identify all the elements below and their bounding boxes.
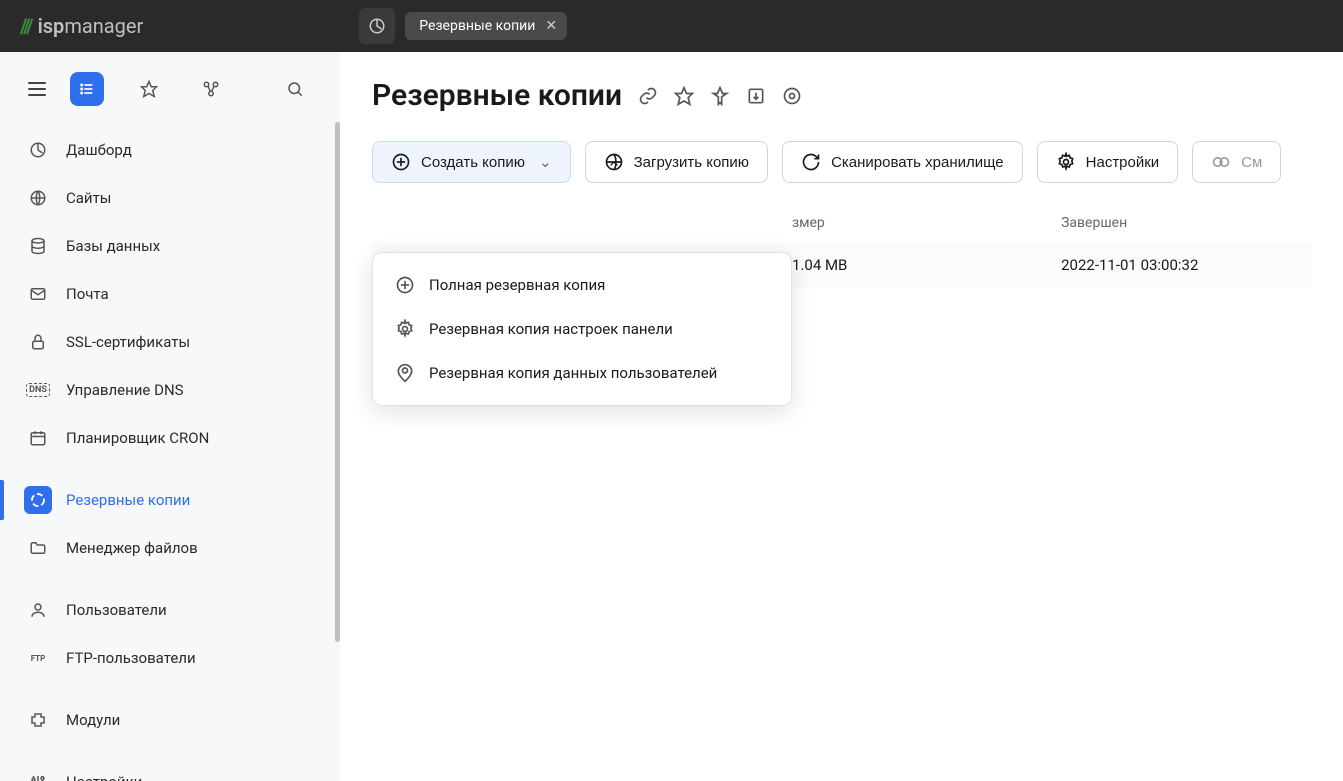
sidebar-item-label: FTP-пользователи <box>66 649 196 667</box>
folder-icon <box>24 534 52 562</box>
page-header: Резервные копии <box>372 78 1311 113</box>
sidebar-item-label: Настройки <box>66 773 142 781</box>
col-size[interactable]: змер <box>792 215 1061 231</box>
topbar: /// ispmanager Резервные копии ✕ <box>0 0 1343 52</box>
dropdown-item-panel[interactable]: Резервная копия настроек панели <box>373 307 791 351</box>
gear-icon <box>395 319 415 339</box>
sidebar-item-ftp[interactable]: FTP FTP-пользователи <box>0 634 340 682</box>
chevron-down-icon: ⌄ <box>539 153 552 171</box>
col-done[interactable]: Завершен <box>1061 215 1311 231</box>
main: Резервные копии Создать копию ⌄ Загрузит… <box>340 52 1343 781</box>
button-label: Создать копию <box>421 154 525 171</box>
sidebar: Дашборд Сайты Базы данных Почта SSL-серт… <box>0 52 340 781</box>
sidebar-top <box>0 72 340 126</box>
search-icon[interactable] <box>278 72 312 106</box>
logo-bold: isp <box>38 14 65 38</box>
logo-light: manager <box>64 14 143 38</box>
create-backup-dropdown: Полная резервная копия Резервная копия н… <box>372 252 792 406</box>
dropdown-item-label: Резервная копия данных пользователей <box>429 364 717 382</box>
sidebar-item-label: SSL-сертификаты <box>66 333 190 351</box>
puzzle-icon <box>24 706 52 734</box>
star-icon[interactable] <box>132 72 166 106</box>
settings-button[interactable]: Настройки <box>1037 141 1179 183</box>
sidebar-item-mail[interactable]: Почта <box>0 270 340 318</box>
button-label: Загрузить копию <box>634 154 749 171</box>
sidebar-item-label: Почта <box>66 285 109 303</box>
sidebar-item-ssl[interactable]: SSL-сертификаты <box>0 318 340 366</box>
table-header: змер Завершен <box>372 205 1311 242</box>
plus-icon <box>395 275 415 295</box>
button-label: См <box>1241 154 1262 171</box>
star-icon[interactable] <box>674 86 694 106</box>
create-backup-button[interactable]: Создать копию ⌄ <box>372 141 571 183</box>
list-view-icon[interactable] <box>70 72 104 106</box>
user-icon <box>24 596 52 624</box>
tab-label: Резервные копии <box>419 18 535 34</box>
dropdown-item-label: Полная резервная копия <box>429 276 605 294</box>
export-icon[interactable] <box>746 86 766 106</box>
sidebar-item-sites[interactable]: Сайты <box>0 174 340 222</box>
sliders-icon <box>24 768 52 781</box>
loop-icon <box>24 486 52 514</box>
sidebar-item-cron[interactable]: Планировщик CRON <box>0 414 340 462</box>
globe-icon <box>24 184 52 212</box>
sidebar-item-backups[interactable]: Резервные копии <box>0 476 340 524</box>
sidebar-item-dashboard[interactable]: Дашборд <box>0 126 340 174</box>
dns-icon: DNS <box>24 376 52 404</box>
sidebar-item-label: Управление DNS <box>66 381 184 399</box>
user-location-icon <box>395 363 415 383</box>
sidebar-item-label: Планировщик CRON <box>66 429 209 447</box>
scan-storage-button[interactable]: Сканировать хранилище <box>782 141 1023 183</box>
button-label: Сканировать хранилище <box>831 154 1004 171</box>
dropdown-item-label: Резервная копия настроек панели <box>429 320 673 338</box>
cell-done: 2022-11-01 03:00:32 <box>1061 256 1311 274</box>
header-actions <box>638 86 802 106</box>
hamburger-icon[interactable] <box>28 82 46 96</box>
tree-icon[interactable] <box>194 72 228 106</box>
sidebar-item-dns[interactable]: DNS Управление DNS <box>0 366 340 414</box>
logo: /// ispmanager <box>20 14 143 38</box>
ftp-icon: FTP <box>24 644 52 672</box>
sidebar-item-settings[interactable]: Настройки ⌄ <box>0 758 340 781</box>
dropdown-item-full[interactable]: Полная резервная копия <box>373 263 791 307</box>
sidebar-item-modules[interactable]: Модули <box>0 696 340 744</box>
dashboard-icon[interactable] <box>359 8 395 44</box>
pie-icon <box>24 136 52 164</box>
tab-backups[interactable]: Резервные копии ✕ <box>405 12 567 40</box>
logo-slashes: /// <box>20 14 32 38</box>
link-icon[interactable] <box>638 86 658 106</box>
calendar-icon <box>24 424 52 452</box>
sidebar-item-databases[interactable]: Базы данных <box>0 222 340 270</box>
sidebar-item-label: Модули <box>66 711 120 729</box>
dropdown-item-userdata[interactable]: Резервная копия данных пользователей <box>373 351 791 395</box>
close-icon[interactable]: ✕ <box>545 18 557 34</box>
db-icon <box>24 232 52 260</box>
lock-icon <box>24 328 52 356</box>
sidebar-item-label: Менеджер файлов <box>66 539 198 557</box>
upload-backup-button[interactable]: Загрузить копию <box>585 141 768 183</box>
sidebar-item-label: Дашборд <box>66 141 132 159</box>
cell-size: 1.04 MB <box>792 256 1061 274</box>
sidebar-item-label: Пользователи <box>66 601 167 619</box>
sidebar-item-filemanager[interactable]: Менеджер файлов <box>0 524 340 572</box>
chevron-down-icon: ⌄ <box>303 773 316 781</box>
mail-icon <box>24 280 52 308</box>
button-label: Настройки <box>1086 154 1160 171</box>
sidebar-item-label: Сайты <box>66 189 111 207</box>
view-button[interactable]: См <box>1192 141 1281 183</box>
topbar-right: Резервные копии ✕ <box>359 8 567 44</box>
sidebar-item-label: Резервные копии <box>66 491 190 509</box>
page-title: Резервные копии <box>372 78 622 113</box>
sidebar-item-users[interactable]: Пользователи <box>0 586 340 634</box>
pin-icon[interactable] <box>710 86 730 106</box>
toolbar: Создать копию ⌄ Загрузить копию Сканиров… <box>372 141 1311 183</box>
gear-icon[interactable] <box>782 86 802 106</box>
sidebar-item-label: Базы данных <box>66 237 160 255</box>
